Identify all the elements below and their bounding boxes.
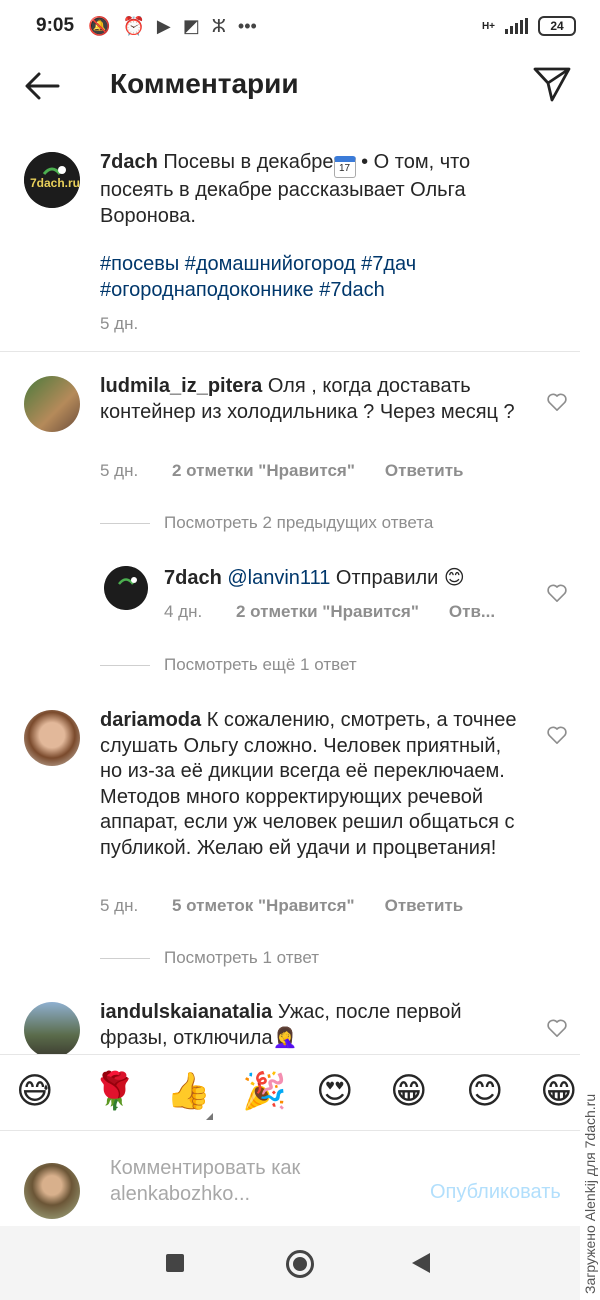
reply-text: Отправили 😊 xyxy=(330,567,465,589)
avatar[interactable] xyxy=(24,376,80,432)
reply-button[interactable]: Ответить xyxy=(385,896,464,916)
avatar[interactable] xyxy=(24,1002,80,1054)
replies-line xyxy=(100,522,150,524)
emoji-rose-button[interactable]: 🌹 xyxy=(92,1071,137,1111)
avatar-label: 7dach.ru xyxy=(30,176,80,190)
alarm-icon: ⏰ xyxy=(122,15,145,36)
comment-input-placeholder-1: Комментировать как xyxy=(110,1157,301,1179)
comment-text: К сожалению, смотреть, а точнее слушать … xyxy=(100,709,517,859)
comment-likes[interactable]: 5 отметок "Нравится" xyxy=(172,896,355,916)
avatar[interactable] xyxy=(24,710,80,766)
recent-apps-button[interactable] xyxy=(166,1254,184,1272)
app-icon: ◩ xyxy=(182,15,200,36)
emoji-quick-bar: 😅 🌹 👍 🎉 😍 😁 😊 😁 xyxy=(0,1054,580,1130)
page-title: Комментарии xyxy=(110,68,299,99)
comment-input[interactable]: Комментировать как alenkabozhko... xyxy=(110,1155,300,1207)
status-bar: 9:05 🔕 ⏰ ▶ ◩ ⵣ ••• H+ 24 xyxy=(0,0,600,52)
emoji-grin-button[interactable]: 😁 xyxy=(390,1071,428,1111)
app-bar: Комментарии xyxy=(0,52,600,118)
emoji-grin-button-2[interactable]: 😁 xyxy=(540,1071,578,1111)
post-username[interactable]: 7dach xyxy=(100,151,158,173)
post-hashtags-2[interactable]: #огороднаподоконнике #7dach xyxy=(100,278,570,304)
view-more-replies-label: Посмотреть ещё 1 ответ xyxy=(164,655,357,674)
reply-username[interactable]: 7dach xyxy=(164,567,222,589)
heart-icon[interactable] xyxy=(546,725,568,745)
home-button[interactable] xyxy=(286,1250,314,1278)
skin-tone-indicator-icon xyxy=(206,1113,213,1120)
view-previous-replies-label: Посмотреть 2 предыдущих ответа xyxy=(164,513,434,532)
emoji-thumbs-up-button[interactable]: 👍 xyxy=(166,1071,211,1111)
back-button[interactable] xyxy=(22,66,62,106)
emoji-sweat-smile-button[interactable]: 😅 xyxy=(16,1071,54,1111)
network-type: H+ xyxy=(481,20,495,32)
heart-icon[interactable] xyxy=(546,583,568,603)
comment-username[interactable]: dariamoda xyxy=(100,709,201,731)
system-back-button[interactable] xyxy=(412,1253,430,1273)
status-right: H+ 24 xyxy=(482,16,576,36)
comment-time: 5 дн. xyxy=(100,461,139,480)
avatar[interactable]: 7dach.ru xyxy=(24,152,80,208)
more-notifications-icon: ••• xyxy=(237,15,257,36)
post-caption-text: Посевы в декабре xyxy=(163,151,334,173)
replies-line xyxy=(100,957,150,959)
reply-time: 4 дн. xyxy=(164,602,203,621)
emoji-heart-eyes-button[interactable]: 😍 xyxy=(316,1071,354,1111)
replies-line xyxy=(100,664,150,666)
7dach-logo-icon xyxy=(104,566,148,610)
view-replies-label: Посмотреть 1 ответ xyxy=(164,948,320,967)
comments-list: 7dach.ru 7dach Посевы в декабре 17 • О то… xyxy=(0,118,580,1054)
battery-icon: 24 xyxy=(538,16,576,36)
watermark-text: Загружено Alenkij для 7dach.ru xyxy=(582,1093,598,1294)
caption-divider xyxy=(0,351,580,352)
avatar[interactable] xyxy=(104,566,148,610)
signal-icon xyxy=(505,18,528,34)
heart-icon[interactable] xyxy=(546,392,568,412)
reply-button[interactable]: Ответить xyxy=(385,461,464,481)
send-icon xyxy=(533,67,571,102)
view-replies[interactable]: Посмотреть 1 ответ xyxy=(100,948,319,968)
comment-input-placeholder-2: alenkabozhko... xyxy=(110,1183,251,1205)
mute-icon: 🔕 xyxy=(88,15,111,36)
share-button[interactable] xyxy=(532,64,572,104)
post-time: 5 дн. xyxy=(100,314,139,333)
comment-likes[interactable]: 2 отметки "Нравится" xyxy=(172,461,355,481)
play-store-icon: ▶ xyxy=(156,15,171,36)
emoji-party-button[interactable]: 🎉 xyxy=(242,1071,287,1111)
comment-username[interactable]: iandulskaianatalia xyxy=(100,1001,272,1023)
arrow-left-icon xyxy=(25,72,60,100)
reply-mention[interactable]: @lanvin111 xyxy=(227,567,330,589)
comment-username[interactable]: ludmila_iz_pitera xyxy=(100,375,262,397)
emoji-blush-button[interactable]: 😊 xyxy=(466,1071,504,1111)
odnoklassniki-icon: ⵣ xyxy=(211,15,226,36)
reply-likes[interactable]: 2 отметки "Нравится" xyxy=(236,602,419,622)
status-notification-icons: 🔕 ⏰ ▶ ◩ ⵣ ••• xyxy=(88,16,257,37)
current-user-avatar xyxy=(24,1163,80,1219)
watermark: Загружено Alenkij для 7dach.ru xyxy=(580,1054,600,1300)
status-time: 9:05 xyxy=(36,15,75,36)
view-previous-replies[interactable]: Посмотреть 2 предыдущих ответа xyxy=(100,513,433,533)
post-hashtags-1[interactable]: #посевы #домашнийогород #7дач xyxy=(100,252,570,278)
battery-level: 24 xyxy=(550,19,564,33)
view-more-replies[interactable]: Посмотреть ещё 1 ответ xyxy=(100,655,357,675)
heart-icon[interactable] xyxy=(546,1018,568,1038)
reply-button[interactable]: Отв... xyxy=(449,602,495,622)
calendar-icon: 17 xyxy=(333,156,356,178)
comment-time: 5 дн. xyxy=(100,896,139,915)
publish-button[interactable]: Опубликовать xyxy=(430,1181,561,1204)
system-nav-bar xyxy=(0,1226,580,1300)
comment-composer: Комментировать как alenkabozhko... Опубл… xyxy=(0,1130,580,1225)
